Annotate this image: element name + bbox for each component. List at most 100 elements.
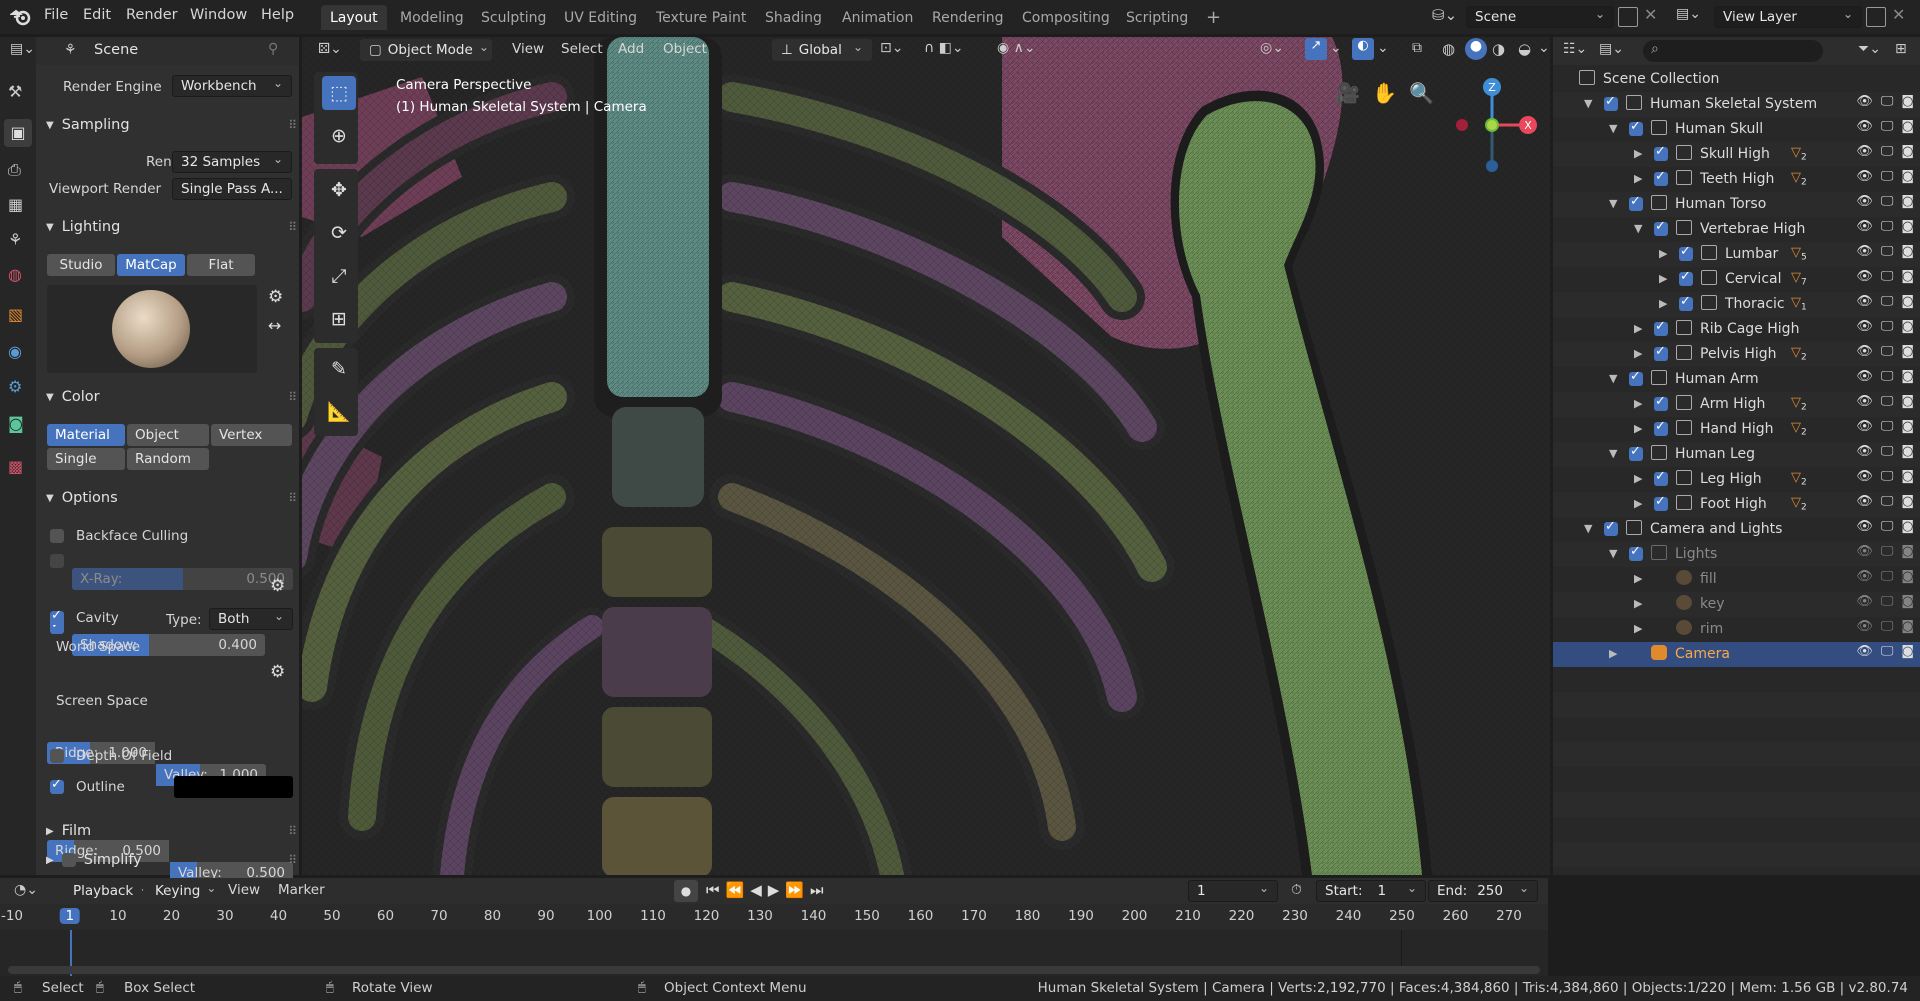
outliner-search-input[interactable]: ⌕ [1643,40,1823,62]
outliner-row[interactable]: ▶ Pelvis High ▽2 👁 🖵 ◙ [1553,342,1920,367]
start-frame-field[interactable]: Start: 1 [1316,880,1426,902]
monitor-icon[interactable]: 🖵 [1881,419,1894,434]
view-layer-field[interactable]: View Layer [1714,6,1862,28]
dof-checkbox[interactable] [50,749,64,763]
shading-dropdown-icon[interactable]: ⌄ [1538,40,1550,56]
camera-render-icon[interactable]: ◙ [1901,494,1914,509]
object-data-tab-icon[interactable]: ◙ [8,414,24,433]
outliner-row[interactable]: ▶ Lumbar ▽5 👁 🖵 ◙ [1553,242,1920,267]
end-frame-field[interactable]: End: 250 [1428,880,1538,902]
exclude-checkbox[interactable] [1679,269,1693,286]
collapse-icon[interactable]: ▼ [1609,447,1617,460]
outliner-row[interactable]: ▶ fill 👁 🖵 ◙ [1553,567,1920,592]
monitor-icon[interactable]: 🖵 [1881,344,1894,359]
drag-handle-icon[interactable]: ⠿ [288,853,297,867]
transform-tool-icon[interactable]: ⊞ [322,302,356,336]
camera-render-icon[interactable]: ◙ [1901,219,1914,234]
playback-menu[interactable]: Playback [64,880,144,902]
eye-icon[interactable]: 👁 [1856,394,1873,409]
exclude-checkbox[interactable] [1629,194,1643,211]
eye-icon[interactable]: 👁 [1856,419,1873,434]
delete-view-layer-icon[interactable]: ✕ [1892,5,1905,24]
blender-logo-icon[interactable] [9,7,32,27]
camera-render-icon[interactable]: ◙ [1901,544,1914,559]
film-panel-header[interactable]: ▶ Film ⠿ [46,823,297,839]
expand-icon[interactable]: ▶ [1634,622,1642,635]
pin-icon[interactable]: ⚲ [268,41,278,57]
expand-icon[interactable]: ▶ [1634,322,1642,335]
gizmo-dropdown-icon[interactable]: ⌄ [1330,40,1342,56]
color-material-button[interactable]: Material [47,424,125,446]
eye-icon[interactable]: 👁 [1856,494,1873,509]
expand-icon[interactable]: ▶ [1659,272,1667,285]
timeline-scrollbar[interactable] [8,966,1540,974]
jump-start-icon[interactable]: ⏮ [706,881,720,899]
prev-keyframe-icon[interactable]: ⏪ [726,881,745,899]
monitor-icon[interactable]: 🖵 [1881,444,1894,459]
camera-render-icon[interactable]: ◙ [1901,594,1914,609]
eye-icon[interactable]: 👁 [1856,244,1873,259]
monitor-icon[interactable]: 🖵 [1881,594,1894,609]
outline-toggle[interactable]: Outline [50,777,125,795]
timeline-area[interactable]: -10 1 10 20 30 40 50 60 70 80 90 100 110 120 130 140 150… [0,904,1548,976]
camera-render-icon[interactable]: ◙ [1901,319,1914,334]
next-keyframe-icon[interactable]: ⏩ [785,881,804,899]
menu-render[interactable]: Render [126,7,178,23]
gizmo-toggle-icon[interactable]: ↗ [1305,38,1327,60]
exclude-checkbox[interactable] [1679,244,1693,261]
mesh-data-icon[interactable]: ▽2 [1791,495,1807,513]
xray-toggle-icon[interactable]: ⧉ [1412,40,1422,56]
display-mode-icon[interactable]: ▤⌄ [1599,41,1624,57]
outliner-row[interactable]: ▶ Rib Cage High 👁 🖵 ◙ [1553,317,1920,342]
outliner-row[interactable]: ▼ Vertebrae High 👁 🖵 ◙ [1553,217,1920,242]
new-scene-icon[interactable] [1618,7,1638,27]
render-engine-dropdown[interactable]: Workbench [172,75,292,97]
visibility-icon[interactable]: ◎⌄ [1260,40,1284,56]
wireframe-shading-icon[interactable]: ◍ [1442,40,1455,58]
matcap-preview[interactable] [47,285,257,373]
camera-render-icon[interactable]: ◙ [1901,269,1914,284]
eye-icon[interactable]: 👁 [1856,94,1873,109]
camera-render-icon[interactable]: ◙ [1901,244,1914,259]
tab-sculpting[interactable]: Sculpting [472,5,555,30]
monitor-icon[interactable]: 🖵 [1881,219,1894,234]
exclude-checkbox[interactable] [1629,369,1643,386]
menu-window[interactable]: Window [190,7,247,23]
camera-render-icon[interactable]: ◙ [1901,644,1914,659]
expand-icon[interactable]: ▶ [1634,597,1642,610]
outliner-row[interactable]: Scene Collection [1553,67,1920,92]
lighting-studio-button[interactable]: Studio [47,254,115,276]
outliner-row[interactable]: ▶ Hand High ▽2 👁 🖵 ◙ [1553,417,1920,442]
tab-animation[interactable]: Animation [833,5,922,30]
monitor-icon[interactable]: 🖵 [1881,194,1894,209]
timeline-menu-view[interactable]: View [228,882,260,898]
sampling-panel-header[interactable]: ▼ Sampling ⠿ [46,117,297,133]
current-frame-field[interactable]: 1 [1188,880,1278,902]
cavity-checkbox[interactable] [50,608,64,625]
eye-icon[interactable]: 👁 [1856,619,1873,634]
object-tab-icon[interactable]: ▧ [8,305,23,324]
mesh-data-icon[interactable]: ▽7 [1791,270,1807,288]
eye-icon[interactable]: 👁 [1856,144,1873,159]
collapse-icon[interactable]: ▼ [1609,122,1617,135]
monitor-icon[interactable]: 🖵 [1881,144,1894,159]
timeline-menu-marker[interactable]: Marker [278,882,325,898]
exclude-checkbox[interactable] [1629,119,1643,136]
snap-icon[interactable]: ∩ ◧⌄ [924,40,964,56]
drag-handle-icon[interactable]: ⠿ [288,390,297,404]
simplify-panel-header[interactable]: ▶ Simplify ⠿ [46,852,297,868]
preview-range-icon[interactable]: ⏱ [1291,882,1302,898]
outliner-row[interactable]: ▼ Lights 👁 🖵 ◙ [1553,542,1920,567]
camera-render-icon[interactable]: ◙ [1901,194,1914,209]
outliner-row[interactable]: ▼ Human Skull 👁 🖵 ◙ [1553,117,1920,142]
expand-icon[interactable]: ▶ [1634,422,1642,435]
mesh-data-icon[interactable]: ▽2 [1791,470,1807,488]
color-panel-header[interactable]: ▼ Color ⠿ [46,389,297,405]
menu-help[interactable]: Help [261,7,294,23]
shadow-settings-gear-icon[interactable]: ⚙ [270,576,285,596]
view-layer-selector-icon[interactable]: ▤⌄ [1676,6,1706,28]
matcap-settings-gear-icon[interactable]: ⚙ [268,287,283,307]
move-tool-icon[interactable]: ✥ [322,173,356,207]
mesh-data-icon[interactable]: ▽2 [1791,420,1807,438]
outliner-row[interactable]: ▶ Foot High ▽2 👁 🖵 ◙ [1553,492,1920,517]
